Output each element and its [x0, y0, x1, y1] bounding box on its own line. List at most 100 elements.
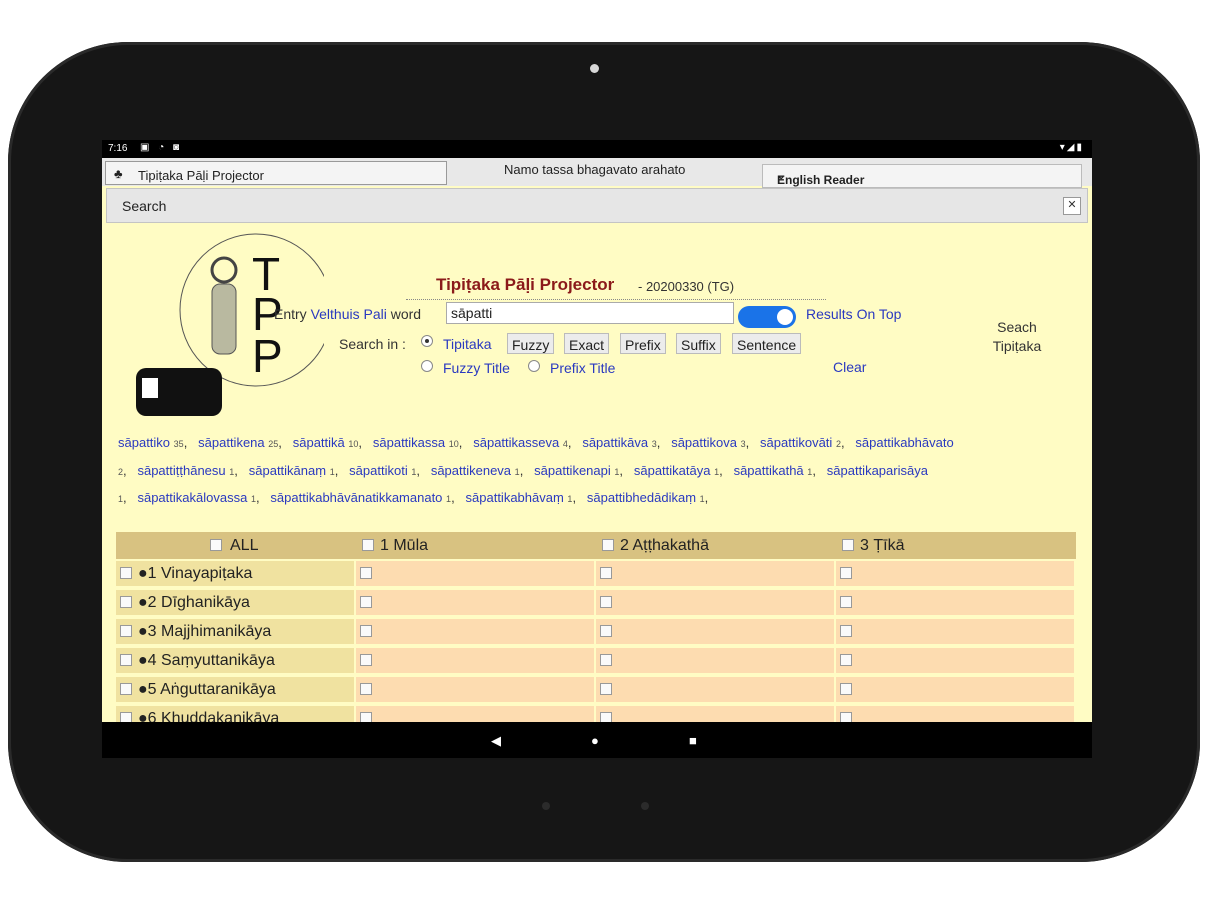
result-word-link[interactable]: sāpattikathā 1	[734, 463, 813, 478]
result-word-link[interactable]: sāpattikabhāvaṃ 1	[466, 490, 573, 505]
table-cell	[596, 561, 834, 588]
recents-icon[interactable]: ■	[689, 733, 697, 748]
result-word-list: sāpattiko 35, sāpattikena 25, sāpattikā …	[118, 435, 954, 505]
result-word: sāpattikasseva	[473, 435, 560, 450]
result-word: sāpattikabhāvānatikkamanato	[270, 490, 443, 505]
front-camera	[590, 64, 599, 73]
row-checkbox[interactable]	[120, 683, 132, 695]
row-checkbox[interactable]	[600, 567, 612, 579]
row-checkbox[interactable]	[840, 625, 852, 637]
result-word: sāpattikena	[198, 435, 265, 450]
row-checkbox[interactable]	[360, 683, 372, 695]
entry-suffix: word	[390, 306, 422, 322]
result-word-link[interactable]: sāpattikova 3	[671, 435, 745, 450]
velthuis-link[interactable]: Velthuis Pali	[311, 306, 387, 322]
table-cell	[356, 561, 594, 588]
suffix-button[interactable]: Suffix	[676, 333, 721, 354]
row-checkbox[interactable]	[360, 596, 372, 608]
column-checkbox[interactable]	[362, 539, 374, 551]
row-label-cell: ●3 Majjhimanikāya	[116, 619, 354, 646]
row-checkbox[interactable]	[840, 596, 852, 608]
result-word-link[interactable]: sāpattikā 10	[293, 435, 359, 450]
row-checkbox[interactable]	[360, 654, 372, 666]
radio-fuzzy-title[interactable]	[421, 360, 433, 372]
row-checkbox[interactable]	[600, 683, 612, 695]
result-word-link[interactable]: sāpattikatāya 1	[634, 463, 719, 478]
result-count: 1	[329, 466, 335, 477]
result-count: 1	[614, 466, 620, 477]
fuzzy-button[interactable]: Fuzzy	[507, 333, 555, 354]
results-on-top-toggle[interactable]	[738, 306, 796, 328]
tab-app-label: Tipiṭaka Pāḷi Projector	[138, 168, 264, 183]
result-word-link[interactable]: sāpattikasseva 4	[473, 435, 568, 450]
row-checkbox[interactable]	[120, 596, 132, 608]
result-word-link[interactable]: sāpattikovāti 2	[760, 435, 841, 450]
dharma-wheel-icon	[210, 256, 238, 284]
home-icon[interactable]: ●	[591, 733, 599, 748]
table-cell	[836, 619, 1074, 646]
table-cell	[596, 648, 834, 675]
column-checkbox[interactable]	[210, 539, 222, 551]
row-checkbox[interactable]	[120, 567, 132, 579]
radio-tipitaka[interactable]	[421, 335, 433, 347]
top-tabs: ♣ Tipiṭaka Pāḷi Projector Namo tassa bha…	[102, 158, 1092, 188]
result-word-link[interactable]: sāpattibhedādikaṃ 1	[587, 490, 705, 505]
reader-select[interactable]: English Reader ⌄	[762, 164, 1082, 188]
result-word-link[interactable]: sāpattikabhāvānatikkamanato 1	[270, 490, 451, 505]
result-word-link[interactable]: sāpattikassa 10	[373, 435, 459, 450]
result-word: sāpattikaparisāya	[826, 462, 928, 478]
row-checkbox[interactable]	[600, 654, 612, 666]
back-icon[interactable]: ◀	[491, 733, 501, 749]
radio-prefix-title[interactable]	[528, 360, 540, 372]
pali-word-input[interactable]	[446, 302, 734, 324]
row-checkbox[interactable]	[840, 654, 852, 666]
column-header: ALL	[116, 532, 356, 559]
row-checkbox[interactable]	[600, 625, 612, 637]
result-word: sāpattikāva	[582, 435, 649, 450]
row-checkbox[interactable]	[120, 654, 132, 666]
sentence-button[interactable]: Sentence	[732, 333, 802, 354]
notification-icons: ▣ ◔ ◙	[140, 142, 183, 153]
result-word-link[interactable]: sāpattikoti 1	[349, 463, 416, 478]
result-count: 1	[514, 466, 520, 477]
close-icon[interactable]: ✕	[1063, 197, 1081, 215]
row-checkbox[interactable]	[360, 567, 372, 579]
result-word-link[interactable]: sāpattikakālovassa 1	[137, 490, 255, 505]
projector-vent	[142, 378, 158, 398]
result-count: 35	[173, 439, 184, 449]
result-word-link[interactable]: sāpattiṭṭhānesu 1	[137, 463, 234, 478]
prefix-button[interactable]: Prefix	[620, 333, 666, 354]
result-word: sāpattikānaṃ	[248, 462, 327, 478]
row-checkbox[interactable]	[600, 596, 612, 608]
search-dialog-title: Search	[122, 198, 167, 214]
row-checkbox[interactable]	[360, 625, 372, 637]
tab-app[interactable]: ♣ Tipiṭaka Pāḷi Projector	[105, 161, 447, 185]
row-checkbox[interactable]	[840, 567, 852, 579]
row-checkbox[interactable]	[120, 625, 132, 637]
column-checkbox[interactable]	[842, 539, 854, 551]
search-dialog-bar: Search ✕	[106, 188, 1088, 223]
table-cell	[356, 677, 594, 704]
clear-link[interactable]: Clear	[833, 359, 866, 375]
result-count: 3	[740, 439, 746, 449]
table-cell	[356, 619, 594, 646]
result-word-link[interactable]: sāpattikenapi 1	[534, 463, 619, 478]
result-count: 3	[651, 439, 657, 449]
column-header-label: 3 Ṭīkā	[860, 537, 905, 554]
result-count: 1	[411, 466, 417, 477]
seach-tipitaka-button[interactable]: Seach Tipiṭaka	[990, 318, 1044, 356]
result-word-link[interactable]: sāpattikānaṃ 1	[249, 463, 335, 478]
result-word-link[interactable]: sāpattikāva 3	[582, 435, 656, 450]
result-word-link[interactable]: sāpattikena 25	[198, 435, 278, 450]
lion-pillar-icon	[211, 283, 237, 355]
result-word-link[interactable]: sāpattikeneva 1	[431, 463, 520, 478]
result-count: 10	[448, 439, 459, 449]
exact-button[interactable]: Exact	[564, 333, 610, 354]
row-checkbox[interactable]	[840, 683, 852, 695]
result-word: sāpattikabhāvato	[855, 435, 954, 450]
result-word-link[interactable]: sāpattiko 35	[118, 435, 184, 450]
result-word: sāpattikoti	[349, 462, 408, 478]
column-checkbox[interactable]	[602, 539, 614, 551]
status-time: 7:16	[108, 143, 128, 154]
result-count: 2	[835, 439, 841, 449]
